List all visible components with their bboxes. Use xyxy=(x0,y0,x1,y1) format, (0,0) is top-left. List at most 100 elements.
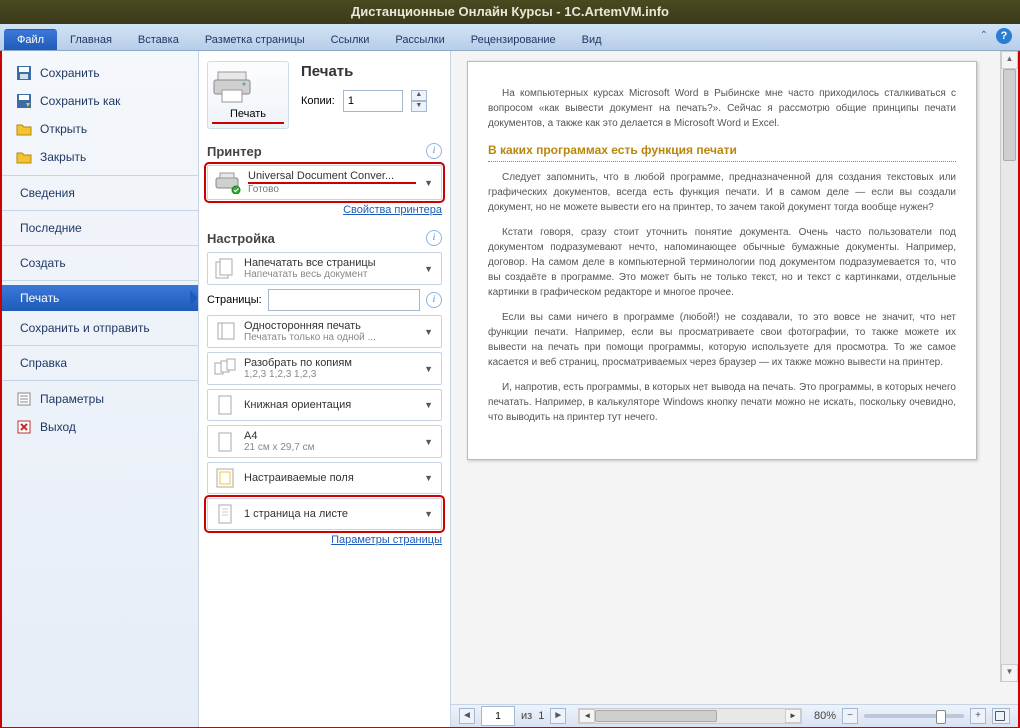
scroll-down-icon[interactable]: ▼ xyxy=(1001,664,1018,682)
page-number-input[interactable] xyxy=(481,706,515,726)
menu-close[interactable]: Закрыть xyxy=(2,143,198,171)
menu-recent[interactable]: Последние xyxy=(2,215,198,241)
menu-label: Печать xyxy=(20,291,59,305)
menu-label: Закрыть xyxy=(40,150,86,164)
save-icon xyxy=(16,65,32,81)
page-icon xyxy=(214,321,236,343)
menu-label: Сохранить и отправить xyxy=(20,321,150,335)
menu-label: Выход xyxy=(40,420,76,434)
opt-pages-per-sheet[interactable]: 1 страница на листе ▼ xyxy=(207,498,442,530)
print-heading: Печать xyxy=(301,63,442,80)
scroll-thumb[interactable] xyxy=(595,710,717,722)
opt-one-sided[interactable]: Односторонняя печатьПечатать только на о… xyxy=(207,315,442,348)
menu-label: Создать xyxy=(20,256,66,270)
opt-collated[interactable]: Разобрать по копиям1,2,3 1,2,3 1,2,3 ▼ xyxy=(207,352,442,385)
printer-status: Готово xyxy=(248,184,416,195)
pages-icon xyxy=(214,258,236,280)
dropdown-arrow-icon: ▼ xyxy=(422,509,435,519)
title-bar: Дистанционные Онлайн Курсы - 1C.ArtemVM.… xyxy=(0,0,1020,24)
menu-open[interactable]: Открыть xyxy=(2,115,198,143)
opt-print-all[interactable]: Напечатать все страницыНапечатать весь д… xyxy=(207,252,442,285)
menu-save-as[interactable]: Сохранить как xyxy=(2,87,198,115)
printer-section-heading: Принтер xyxy=(207,144,262,159)
info-icon[interactable]: i xyxy=(426,143,442,159)
one-per-sheet-icon xyxy=(214,503,236,525)
backstage-menu: Сохранить Сохранить как Открыть Закрыть … xyxy=(2,51,199,727)
folder-open-icon xyxy=(16,121,32,137)
pages-label: Страницы: xyxy=(207,294,262,306)
settings-section-heading: Настройка xyxy=(207,231,275,246)
menu-info[interactable]: Сведения xyxy=(2,180,198,206)
margins-icon xyxy=(214,467,236,489)
ribbon-tabs: Файл Главная Вставка Разметка страницы С… xyxy=(0,24,1020,51)
options-icon xyxy=(16,391,32,407)
folder-close-icon xyxy=(16,149,32,165)
printer-icon xyxy=(212,68,252,104)
printer-properties-link[interactable]: Свойства принтера xyxy=(343,204,442,216)
collapse-ribbon-icon[interactable]: ⌃ xyxy=(980,30,988,41)
dropdown-arrow-icon: ▼ xyxy=(422,400,435,410)
menu-help[interactable]: Справка xyxy=(2,350,198,376)
menu-label: Сохранить xyxy=(40,66,100,80)
dropdown-arrow-icon: ▼ xyxy=(422,364,435,374)
horizontal-scrollbar[interactable]: ◄ ► xyxy=(578,708,802,724)
opt-margins[interactable]: Настраиваемые поля ▼ xyxy=(207,462,442,494)
menu-label: Сохранить как xyxy=(40,94,120,108)
menu-label: Последние xyxy=(20,221,82,235)
menu-label: Открыть xyxy=(40,122,87,136)
tab-mailings[interactable]: Рассылки xyxy=(382,29,457,50)
zoom-to-page-button[interactable] xyxy=(992,708,1010,724)
copies-input[interactable] xyxy=(343,90,403,112)
copies-spinner[interactable]: ▲▼ xyxy=(411,90,427,112)
opt-orientation[interactable]: Книжная ориентация ▼ xyxy=(207,389,442,421)
dropdown-arrow-icon: ▼ xyxy=(422,327,435,337)
tab-home[interactable]: Главная xyxy=(57,29,125,50)
dropdown-arrow-icon: ▼ xyxy=(422,437,435,447)
scroll-thumb[interactable] xyxy=(1003,69,1016,161)
save-as-icon xyxy=(16,93,32,109)
scroll-right-icon[interactable]: ► xyxy=(785,709,801,723)
menu-label: Справка xyxy=(20,356,67,370)
tab-insert[interactable]: Вставка xyxy=(125,29,192,50)
menu-new[interactable]: Создать xyxy=(2,250,198,276)
collate-icon xyxy=(214,358,236,380)
printer-name: Universal Document Conver... xyxy=(248,170,416,182)
preview-status-bar: ◄ из 1 ► ◄ ► 80% − + xyxy=(451,704,1018,727)
opt-paper-size[interactable]: A421 см x 29,7 см ▼ xyxy=(207,425,442,458)
menu-exit[interactable]: Выход xyxy=(2,413,198,441)
menu-save[interactable]: Сохранить xyxy=(2,59,198,87)
exit-icon xyxy=(16,419,32,435)
menu-print[interactable]: Печать xyxy=(2,285,198,311)
page-setup-link[interactable]: Параметры страницы xyxy=(331,534,442,546)
dropdown-arrow-icon: ▼ xyxy=(422,264,435,274)
dropdown-arrow-icon: ▼ xyxy=(422,473,435,483)
scroll-left-icon[interactable]: ◄ xyxy=(579,709,595,723)
prev-page-button[interactable]: ◄ xyxy=(459,708,475,724)
preview-heading: В каких программах есть функция печати xyxy=(488,141,956,162)
info-icon[interactable]: i xyxy=(426,230,442,246)
page-size-icon xyxy=(214,431,236,453)
print-button-label: Печать xyxy=(212,108,284,120)
zoom-out-button[interactable]: − xyxy=(842,708,858,724)
tab-review[interactable]: Рецензирование xyxy=(458,29,569,50)
menu-label: Параметры xyxy=(40,392,104,406)
next-page-button[interactable]: ► xyxy=(550,708,566,724)
menu-options[interactable]: Параметры xyxy=(2,385,198,413)
zoom-slider[interactable] xyxy=(864,714,964,718)
tab-file[interactable]: Файл xyxy=(4,29,57,50)
pages-input[interactable] xyxy=(268,289,420,311)
print-button[interactable]: Печать xyxy=(207,61,289,129)
tab-pagelayout[interactable]: Разметка страницы xyxy=(192,29,318,50)
menu-label: Сведения xyxy=(20,186,75,200)
zoom-knob[interactable] xyxy=(936,710,946,724)
vertical-scrollbar[interactable]: ▲ ▼ xyxy=(1000,51,1018,682)
zoom-in-button[interactable]: + xyxy=(970,708,986,724)
tab-references[interactable]: Ссылки xyxy=(318,29,383,50)
printer-selector[interactable]: Universal Document Conver... Готово ▼ xyxy=(207,165,442,200)
scroll-up-icon[interactable]: ▲ xyxy=(1001,51,1018,69)
help-icon[interactable]: ? xyxy=(996,28,1012,44)
info-icon[interactable]: i xyxy=(426,292,442,308)
zoom-value: 80% xyxy=(814,710,836,722)
tab-view[interactable]: Вид xyxy=(569,29,615,50)
menu-save-send[interactable]: Сохранить и отправить xyxy=(2,315,198,341)
